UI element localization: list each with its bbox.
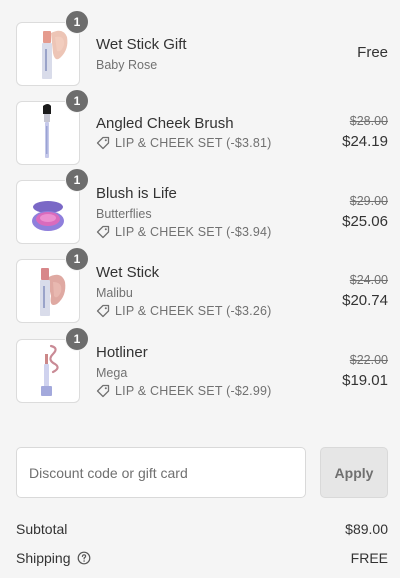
subtotal-value: $89.00 (345, 521, 388, 537)
product-name: Wet Stick Gift (96, 36, 187, 53)
subtotal-label: Subtotal (16, 521, 67, 537)
product-price: $19.01 (342, 372, 388, 389)
discount-label: LIP & CHEEK SET (-$3.26) (115, 304, 272, 318)
product-name: Wet Stick (96, 264, 160, 281)
discount-tag: LIP & CHEEK SET (-$2.99) (96, 384, 272, 398)
original-price: $29.00 (349, 194, 388, 208)
subtotal-label-text: Subtotal (16, 521, 68, 537)
line-item: 1 Blush is Life Butterflies LIP & CHEEK … (0, 168, 400, 246)
lip-liner-image (41, 344, 59, 396)
line-item: 1 Wet Stick Malibu LIP & CHEEK SET (-$3.… (0, 247, 400, 325)
line-item: 1 Wet Stick Gift Baby Rose Free (0, 10, 400, 88)
quantity-badge: 1 (65, 327, 89, 351)
quantity-badge: 1 (65, 89, 89, 113)
product-price: $25.06 (342, 213, 388, 230)
product-name: Hotliner (96, 344, 148, 361)
tag-icon (96, 384, 110, 398)
discount-tag: LIP & CHEEK SET (-$3.81) (96, 136, 272, 150)
line-item: 1 Angled Cheek Brush LIP & CHEEK SET (-$… (0, 89, 400, 167)
product-name: Blush is Life (96, 185, 177, 202)
discount-code-input[interactable] (16, 447, 306, 498)
lipstick-image (40, 268, 66, 316)
original-price: $28.00 (349, 114, 388, 128)
product-price: Free (357, 44, 388, 61)
product-price: $24.19 (342, 133, 388, 150)
quantity-badge: 1 (65, 168, 89, 192)
tag-icon (96, 304, 110, 318)
brush-image (43, 104, 51, 158)
product-price: $20.74 (342, 292, 388, 309)
shipping-label: Shipping (16, 550, 91, 566)
product-name: Angled Cheek Brush (96, 115, 234, 132)
help-icon[interactable] (77, 551, 91, 565)
line-item: 1 Hotliner Mega LIP & CHEEK SET (-$2.99)… (0, 327, 400, 405)
lipstick-image (42, 30, 68, 79)
shipping-label-text: Shipping (16, 550, 71, 566)
discount-tag: LIP & CHEEK SET (-$3.26) (96, 304, 272, 318)
tag-icon (96, 136, 110, 150)
product-variant: Butterflies (96, 207, 152, 221)
discount-label: LIP & CHEEK SET (-$3.94) (115, 225, 272, 239)
tag-icon (96, 225, 110, 239)
quantity-badge: 1 (65, 247, 89, 271)
original-price: $24.00 (349, 273, 388, 287)
discount-label: LIP & CHEEK SET (-$2.99) (115, 384, 272, 398)
shipping-value: FREE (350, 550, 388, 566)
discount-label: LIP & CHEEK SET (-$3.81) (115, 136, 272, 150)
quantity-badge: 1 (65, 10, 89, 34)
original-price: $22.00 (349, 353, 388, 367)
apply-discount-button[interactable]: Apply (320, 447, 388, 498)
discount-tag: LIP & CHEEK SET (-$3.94) (96, 225, 272, 239)
product-variant: Baby Rose (96, 58, 158, 72)
product-variant: Mega (96, 366, 128, 380)
blush-compact-image (32, 201, 64, 231)
product-variant: Malibu (96, 286, 133, 300)
